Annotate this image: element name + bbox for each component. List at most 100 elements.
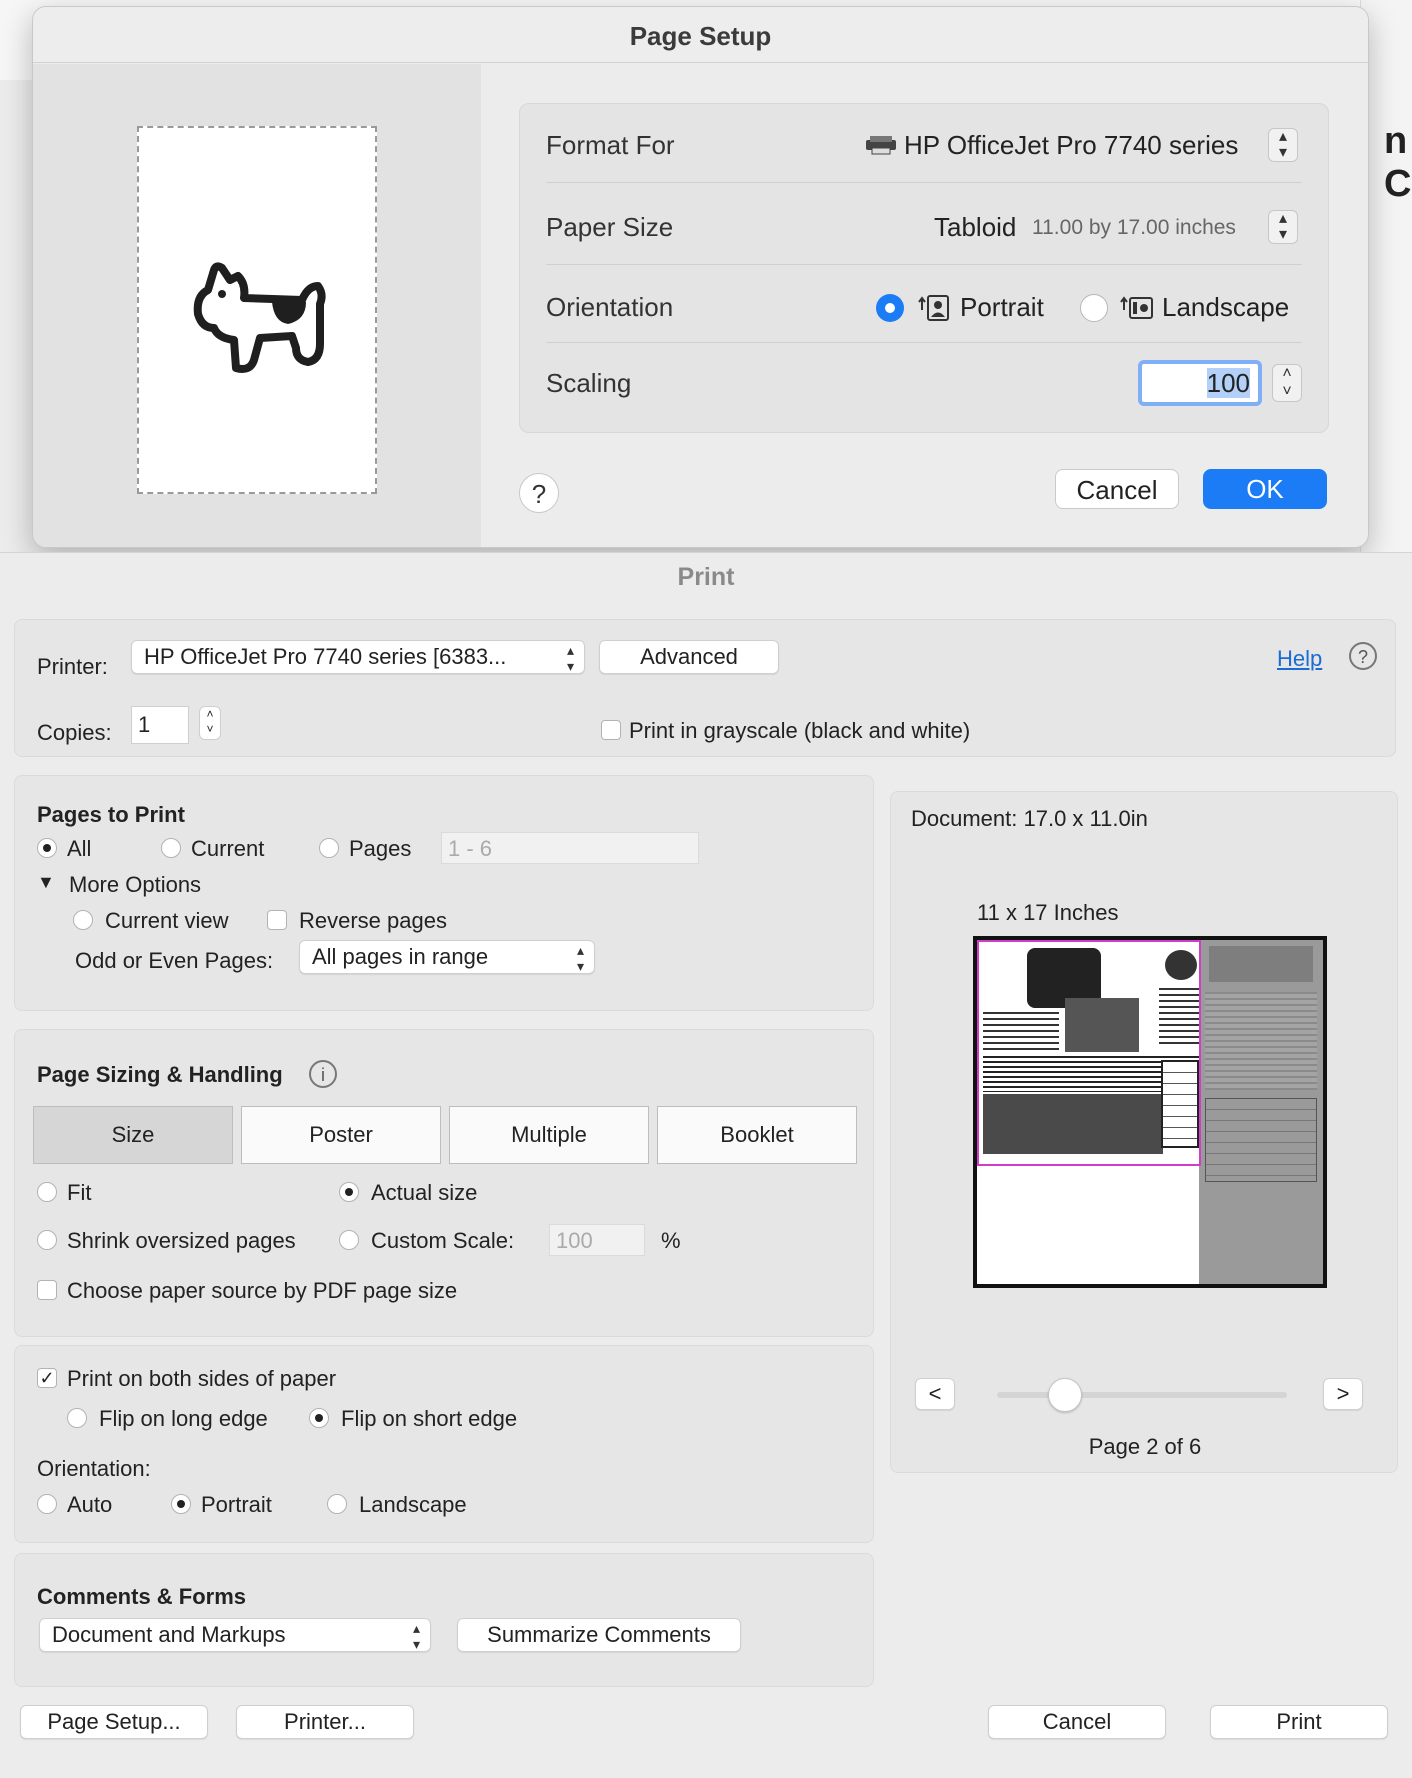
summarize-comments-button[interactable]: Summarize Comments [457,1618,741,1652]
tab-multiple[interactable]: Multiple [449,1106,649,1164]
paper-source-checkbox[interactable] [37,1280,57,1300]
orientation-auto-radio[interactable] [37,1494,57,1514]
help-button[interactable]: ? [519,473,559,513]
pages-range-radio[interactable] [319,838,339,858]
page-setup-ok-button[interactable]: OK [1203,469,1327,509]
copies-input[interactable]: 1 [131,706,189,744]
print-dialog: Print Printer: HP OfficeJet Pro 7740 ser… [0,552,1412,1778]
reverse-pages-label[interactable]: Reverse pages [299,908,447,934]
pages-range-label[interactable]: Pages [349,836,411,862]
tab-poster[interactable]: Poster [241,1106,441,1164]
next-page-button[interactable]: > [1323,1378,1363,1410]
current-view-label[interactable]: Current view [105,908,228,934]
paper-source-label[interactable]: Choose paper source by PDF page size [67,1278,457,1304]
landscape-orientation-icon [1120,294,1154,322]
both-sides-checkbox[interactable]: ✓ [37,1368,57,1388]
orientation-portrait-radio[interactable] [876,294,904,322]
orientation-label: Orientation: [37,1456,151,1481]
both-sides-label[interactable]: Print on both sides of paper [67,1366,336,1392]
format-for-value[interactable]: HP OfficeJet Pro 7740 series [904,130,1238,161]
print-preview-pane: Document: 17.0 x 11.0in 11 x 17 Inches < [890,791,1398,1473]
custom-scale-radio[interactable] [339,1230,359,1250]
odd-even-label: Odd or Even Pages: [75,948,274,973]
actual-size-radio[interactable] [339,1182,359,1202]
page-sizing-header: Page Sizing & Handling [37,1062,283,1087]
paper-size-value[interactable]: Tabloid [934,212,1016,243]
help-link[interactable]: Help [1277,646,1322,672]
printer-select-value: HP OfficeJet Pro 7740 series [6383... [144,644,507,669]
page-setup-button[interactable]: Page Setup... [20,1705,208,1739]
disclosure-triangle-icon[interactable]: ▼ [37,872,55,893]
grayscale-checkbox[interactable] [601,720,621,740]
flip-short-edge-radio[interactable] [309,1408,329,1428]
pages-all-radio[interactable] [37,838,57,858]
portrait-orientation-icon [918,294,952,322]
preview-photo-block [983,1094,1163,1154]
odd-even-select[interactable]: All pages in range ▴ ▾ [299,940,595,974]
pages-all-label[interactable]: All [67,836,91,862]
copies-stepper[interactable]: ˄ ˅ [199,706,221,740]
paper-preview-pane [33,64,481,547]
prev-page-button[interactable]: < [915,1378,955,1410]
format-for-popup-arrows[interactable]: ▴ ▾ [1268,128,1298,162]
paper-size-label: 11 x 17 Inches [977,900,1119,925]
tab-size[interactable]: Size [33,1106,233,1164]
divider [546,342,1302,343]
actual-size-label[interactable]: Actual size [371,1180,477,1206]
more-options-toggle[interactable]: More Options [69,872,201,898]
custom-scale-input[interactable]: 100 [549,1224,645,1256]
pages-current-radio[interactable] [161,838,181,858]
flip-long-edge-label[interactable]: Flip on long edge [99,1406,268,1432]
orientation-auto-label[interactable]: Auto [67,1492,112,1518]
comments-forms-select[interactable]: Document and Markups ▴ ▾ [39,1618,431,1652]
shrink-oversized-label[interactable]: Shrink oversized pages [67,1228,296,1254]
scaling-input[interactable]: 100 [1138,360,1262,406]
page-setup-title: Page Setup [629,21,772,51]
orientation-landscape-label[interactable]: Landscape [1162,292,1289,323]
advanced-button[interactable]: Advanced [599,640,779,674]
print-button[interactable]: Print [1210,1705,1388,1739]
grayscale-label[interactable]: Print in grayscale (black and white) [629,718,970,744]
tab-booklet[interactable]: Booklet [657,1106,857,1164]
custom-scale-label[interactable]: Custom Scale: [371,1228,514,1254]
reverse-pages-checkbox[interactable] [267,910,287,930]
printer-group: Printer: HP OfficeJet Pro 7740 series [6… [14,619,1396,757]
fit-label[interactable]: Fit [67,1180,91,1206]
printer-label: Printer: [37,654,108,679]
printer-select[interactable]: HP OfficeJet Pro 7740 series [6383... ▴ ▾ [131,640,585,674]
preview-form-block [1205,1098,1317,1182]
shrink-oversized-radio[interactable] [37,1230,57,1250]
orientation-portrait-label[interactable]: Portrait [960,292,1044,323]
orientation-label: Orientation [546,292,674,322]
orientation-portrait-radio[interactable] [171,1494,191,1514]
pages-to-print-group: Pages to Print All Current Pages 1 - 6 ▼… [14,775,874,1011]
comments-forms-value: Document and Markups [52,1622,286,1647]
orientation-landscape-label[interactable]: Landscape [359,1492,467,1518]
comments-forms-group: Comments & Forms Document and Markups ▴ ▾… [14,1553,874,1687]
flip-short-edge-label[interactable]: Flip on short edge [341,1406,517,1432]
printer-icon [864,134,898,156]
fit-radio[interactable] [37,1182,57,1202]
orientation-landscape-radio[interactable] [1080,294,1108,322]
pages-current-label[interactable]: Current [191,836,264,862]
odd-even-value: All pages in range [312,944,489,969]
print-cancel-button[interactable]: Cancel [988,1705,1166,1739]
orientation-portrait-label[interactable]: Portrait [201,1492,272,1518]
paper-size-popup-arrows[interactable]: ▴ ▾ [1268,210,1298,244]
current-view-radio[interactable] [73,910,93,930]
page-slider[interactable] [997,1392,1287,1398]
scaling-stepper[interactable]: ˄ ˅ [1272,364,1302,402]
background-window-text: n Ca [1384,120,1412,205]
info-icon[interactable]: i [309,1060,337,1088]
pages-range-input[interactable]: 1 - 6 [441,832,699,864]
page-setup-options: Format For HP OfficeJet Pro 7740 series … [519,103,1329,433]
orientation-landscape-radio[interactable] [327,1494,347,1514]
help-icon[interactable]: ? [1349,642,1377,670]
page-setup-cancel-button[interactable]: Cancel [1055,469,1179,509]
format-for-label: Format For [546,130,675,160]
page-status: Page 2 of 6 [1088,1434,1202,1459]
printer-button[interactable]: Printer... [236,1705,414,1739]
flip-long-edge-radio[interactable] [67,1408,87,1428]
page-slider-thumb[interactable] [1048,1378,1083,1412]
chevron-updown-icon: ▴ ▾ [412,1620,420,1652]
